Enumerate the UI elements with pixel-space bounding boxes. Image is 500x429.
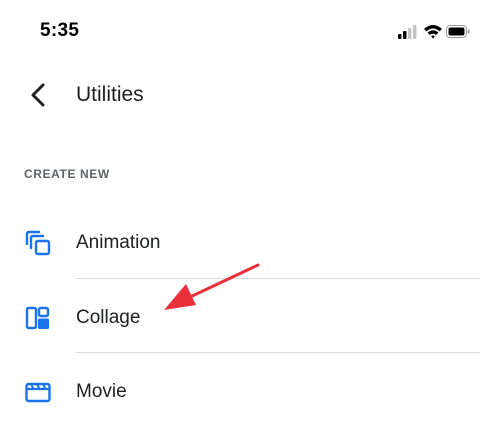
collage-icon — [24, 304, 52, 332]
divider — [76, 278, 480, 279]
menu-item-label: Movie — [76, 381, 127, 402]
chevron-left-icon — [31, 83, 45, 107]
status-bar: 5:35 — [0, 0, 500, 60]
status-time: 5:35 — [40, 20, 80, 41]
section-header: CREATE NEW — [24, 167, 110, 181]
back-button[interactable] — [24, 80, 54, 110]
menu-item-collage[interactable]: Collage — [0, 280, 500, 354]
menu-item-movie[interactable]: Movie — [0, 354, 500, 428]
menu-item-label: Collage — [76, 307, 141, 328]
battery-icon — [446, 25, 470, 38]
header: Utilities — [0, 70, 500, 122]
menu-item-label: Animation — [76, 232, 161, 253]
menu-item-animation[interactable]: Animation — [0, 205, 500, 279]
status-icons — [398, 24, 470, 45]
page-title: Utilities — [76, 83, 144, 106]
divider — [76, 352, 480, 353]
cellular-signal-icon — [398, 25, 417, 39]
wifi-icon — [424, 25, 442, 39]
animation-icon — [24, 229, 52, 257]
movie-icon — [24, 378, 52, 406]
